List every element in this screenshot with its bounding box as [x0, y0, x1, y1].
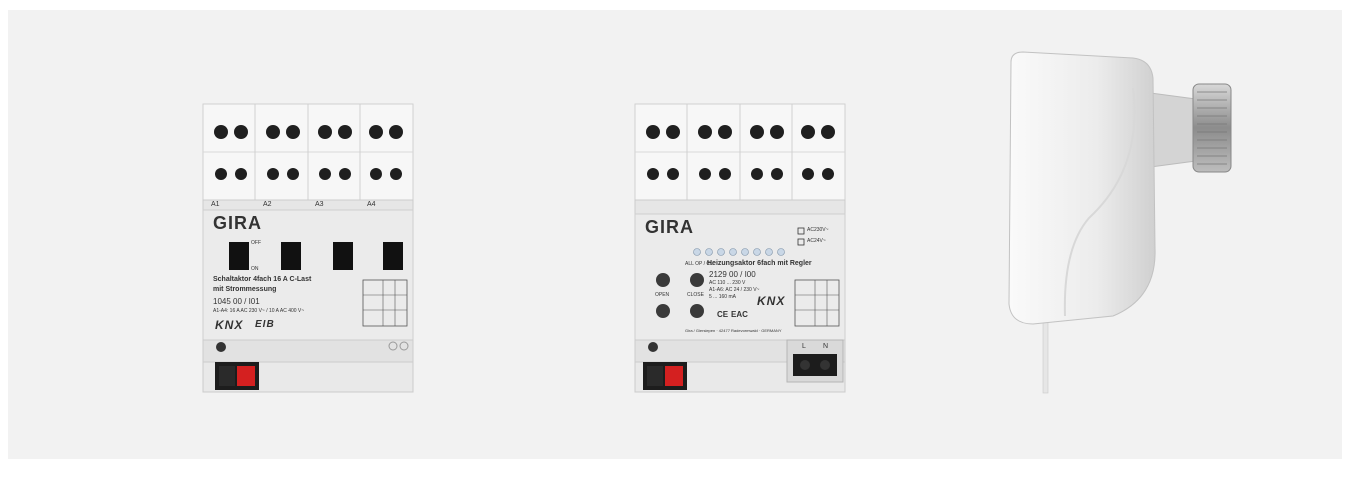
- article-number: 1045 00 / I01: [213, 297, 260, 306]
- switch-off-label: OFF: [251, 240, 261, 246]
- voltage-option-24: AC24V~: [807, 238, 826, 244]
- heating-actuator-image: GIRA AC230V~ AC24V~ ALL OP / CL Heizungs…: [625, 100, 855, 400]
- spec-line-3: 5 ... 160 mA: [709, 294, 736, 300]
- product-title: Heizungsaktor 6fach mit Regler: [707, 260, 812, 267]
- valve-drive-body: [1008, 51, 1232, 394]
- channel-label-a1: A1: [211, 201, 220, 208]
- switch-actuator-image: A1 A2 A3 A4 GIRA OFF ON Schaltaktor 4fac…: [193, 100, 423, 400]
- spec-line-2: A1-A6: AC 24 / 230 V~: [709, 287, 760, 293]
- eac-mark: EAC: [731, 310, 748, 319]
- switch-actuator-body: [202, 103, 414, 393]
- brand-logo: GIRA: [213, 213, 262, 233]
- switch-on-label: ON: [251, 266, 259, 272]
- close-label: CLOSE: [687, 292, 704, 298]
- manufacturer-address: Gira / Giersiepen · 42477 Radevormwald ·…: [685, 328, 782, 333]
- channel-label-a2: A2: [263, 201, 272, 208]
- open-label: OPEN: [655, 292, 670, 298]
- terminal-l-label: L: [802, 343, 806, 350]
- product-title-line1: Schaltaktor 4fach 16 A C-Last: [213, 276, 312, 283]
- brand-logo: GIRA: [645, 217, 694, 237]
- eib-logo: EIB: [255, 319, 275, 330]
- spec-line-1: AC 110 ... 230 V: [709, 280, 746, 286]
- product-title-line2: mit Strommessung: [213, 286, 277, 293]
- terminal-n-label: N: [823, 343, 829, 350]
- product-panel: A1 A2 A3 A4 GIRA OFF ON Schaltaktor 4fac…: [8, 10, 1342, 459]
- voltage-option-230: AC230V~: [807, 227, 829, 233]
- channel-label-a3: A3: [315, 201, 324, 208]
- valve-drive-image: [993, 48, 1243, 398]
- rating-text: A1-A4: 16 A AC 230 V~ / 10 A AC 400 V~: [213, 308, 305, 314]
- heating-actuator-body: [634, 103, 846, 393]
- knx-logo: KNX: [215, 318, 244, 332]
- knx-logo: KNX: [757, 294, 786, 308]
- channel-label-a4: A4: [367, 201, 376, 208]
- ce-mark: CE: [717, 310, 729, 319]
- article-number: 2129 00 / I00: [709, 270, 756, 279]
